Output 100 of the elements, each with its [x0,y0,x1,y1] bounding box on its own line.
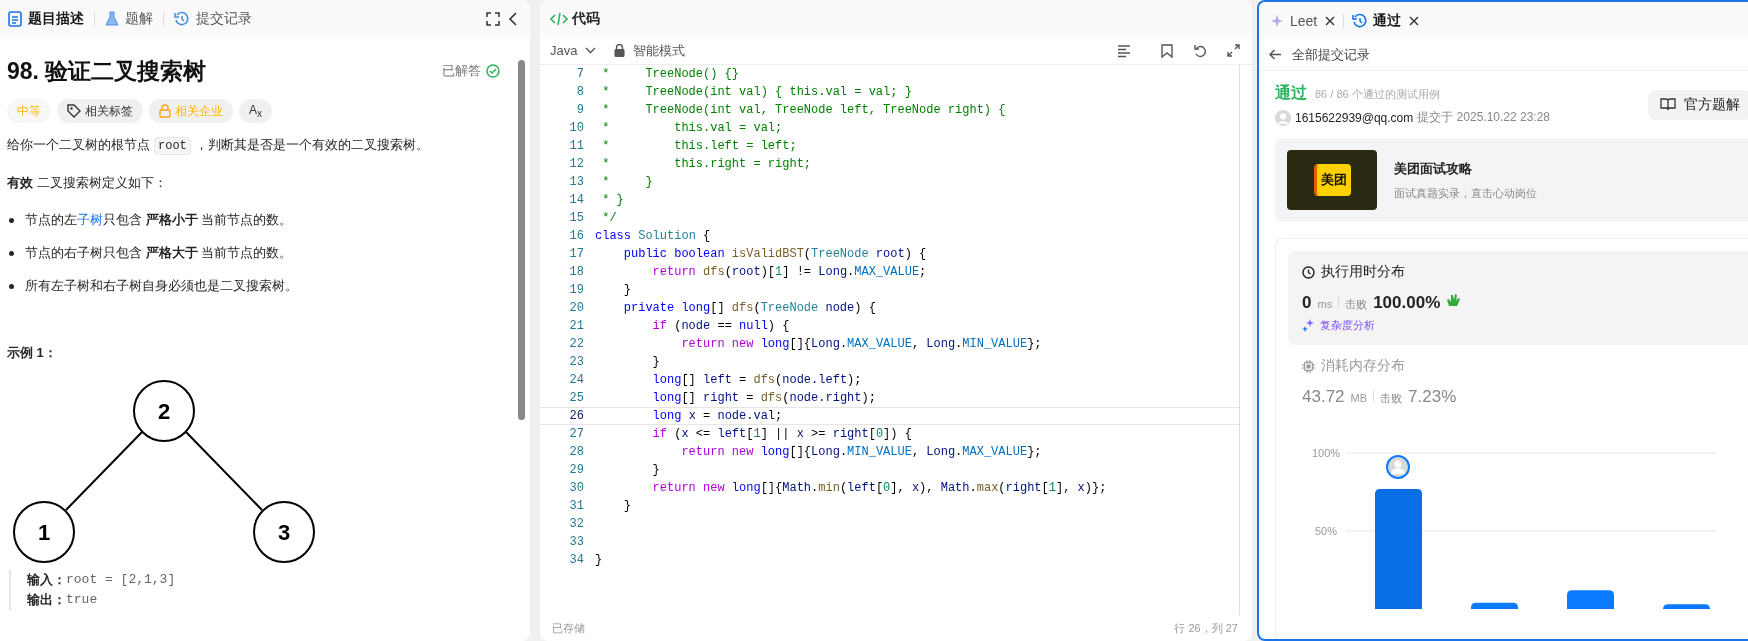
sparkle-icon [1302,319,1315,332]
definition-text: 有效 二叉搜索树定义如下： [7,174,168,192]
code-line: long[] left = dfs(node.left); [651,373,862,387]
beats-label: 击败 [1345,297,1368,312]
promo-card[interactable]: 美团 美团面试攻略 面试真题实录，直击心动岗位 [1275,138,1748,222]
history-icon [174,10,190,27]
code-line: * this.left = left; [601,139,797,153]
line-number: 14 [568,193,584,207]
book-icon [1660,98,1676,111]
submit-time: 提交于 2025.10.22 23:28 [1417,109,1551,126]
lock-icon [614,44,626,57]
code-line: class Solution { [595,229,711,243]
rule-text: 节点的右子树只包含 严格大于 当前节点的数。 [25,244,293,262]
line-number: 24 [568,373,584,387]
line-number: 21 [568,319,584,333]
code-line: } [595,553,603,567]
rule-text: 节点的左子树只包含 严格小于 当前节点的数。 [25,211,293,229]
beats-percent: 100.00% [1373,293,1441,313]
panel-tab[interactable]: 通过 [1352,11,1402,30]
line-number: 23 [568,355,584,369]
check-circle-icon [486,64,500,78]
back-link[interactable]: 全部提交记录 [1292,45,1370,64]
code-line: private long[] dfs(TreeNode node) { [622,301,876,315]
solved-status: 已解答 [442,62,481,80]
code-line: public boolean isValidBST(TreeNode root) { [622,247,927,261]
code-line: * this.right = right; [601,157,812,171]
tag-chip[interactable]: A$_{x}$ [239,99,272,123]
code-line: return new long[]{Long.MAX_VALUE, Long.MIN_VALUE}; [680,337,1042,351]
expand-icon[interactable] [1227,44,1240,57]
metric-panel[interactable]: 执行用时分布 0 ms 击败 100.00% 复杂度分析 [1288,251,1748,345]
panel-tab[interactable]: 提交记录 [172,9,254,28]
collapse-icon[interactable] [508,11,518,26]
line-number: 11 [568,139,584,153]
back-arrow-icon[interactable] [1269,49,1282,60]
tree-node: 2 [133,380,195,442]
complexity-link[interactable]: 复杂度分析 [1320,318,1375,333]
line-number: 27 [568,427,584,441]
document-icon [8,10,22,27]
avatar-icon [1275,109,1291,126]
panel-tab[interactable]: 题目描述 [6,9,86,28]
line-number: 31 [568,499,584,513]
example-value: root = [2,1,3] [66,571,176,589]
format-icon[interactable] [1117,43,1131,58]
line-number: 33 [568,535,584,549]
code-icon [550,11,568,26]
tag-chip[interactable]: 相关标签 [57,99,143,123]
line-number: 10 [568,121,584,135]
code-line: } [622,283,631,297]
bookmark-icon[interactable] [1161,43,1173,58]
code-line: long x = node.val; [651,409,783,423]
testcase-count: 86 / 86 个通过的测试用例 [1315,87,1440,102]
line-number: 32 [568,517,584,531]
panel-tab[interactable]: 题解 [103,9,155,28]
fullscreen-icon[interactable] [486,11,500,26]
line-number: 17 [568,247,584,261]
metric-panel[interactable]: 消耗内存分布 43.72 MB 击败 7.23% 50% 100% [1288,345,1748,621]
flask-icon [105,10,119,27]
line-number: 13 [568,175,584,189]
line-number: 34 [568,553,584,567]
editor-mode[interactable]: 智能模式 [633,41,686,60]
tree-node: 1 [13,501,75,563]
avatar-marker-icon [1386,455,1410,479]
scrollbar[interactable] [518,60,525,420]
example-title: 示例 1： [7,344,58,362]
axis-tick-label: 50% [1315,525,1337,537]
code-line: */ [601,211,617,225]
beats-label: 击败 [1380,391,1403,406]
code-line: return new long[]{Math.min(left[0], x), Math.max(right[1], x)}; [651,481,1107,495]
promo-title: 美团面试攻略 [1394,159,1473,178]
lock-icon [159,104,171,118]
rule-text: 所有左子树和右子树自身必须也是二叉搜索树。 [25,277,298,295]
undo-icon[interactable] [1193,43,1207,58]
example-label: 输入： [27,571,66,589]
code-line: } [622,499,631,513]
code-line: } [651,463,660,477]
line-number: 29 [568,463,584,477]
chevron-down-icon[interactable] [585,47,597,54]
tree-node: 3 [253,501,315,563]
code-line: } [651,355,660,369]
verdict-text: 通过 [1275,83,1307,103]
line-number: 28 [568,445,584,459]
code-line: long[] right = dfs(node.right); [651,391,876,405]
panel-title: 代码 [572,9,600,28]
close-icon[interactable] [1325,15,1336,26]
chart-bar [1471,602,1518,609]
example-label: 输出： [27,591,66,609]
code-line: if (node == null) { [651,319,790,333]
panel-tab[interactable]: Leet [1271,12,1318,29]
line-number: 7 [575,67,584,81]
user-email: 1615622939@qq.com [1295,110,1414,125]
glossary-link[interactable]: 子树 [77,212,103,227]
code-line: return new long[]{Long.MIN_VALUE, Long.MAX_VALUE}; [680,445,1042,459]
language-dropdown[interactable]: Java [550,43,578,58]
close-icon[interactable] [1409,15,1420,26]
code-line: * TreeNode() {} [601,67,740,81]
official-solution-button[interactable]: 官方题解 [1648,89,1748,120]
line-number: 18 [568,265,584,279]
line-number: 22 [568,337,584,351]
problem-title: 98. 验证二叉搜索树 [7,56,208,86]
line-number: 16 [568,229,584,243]
